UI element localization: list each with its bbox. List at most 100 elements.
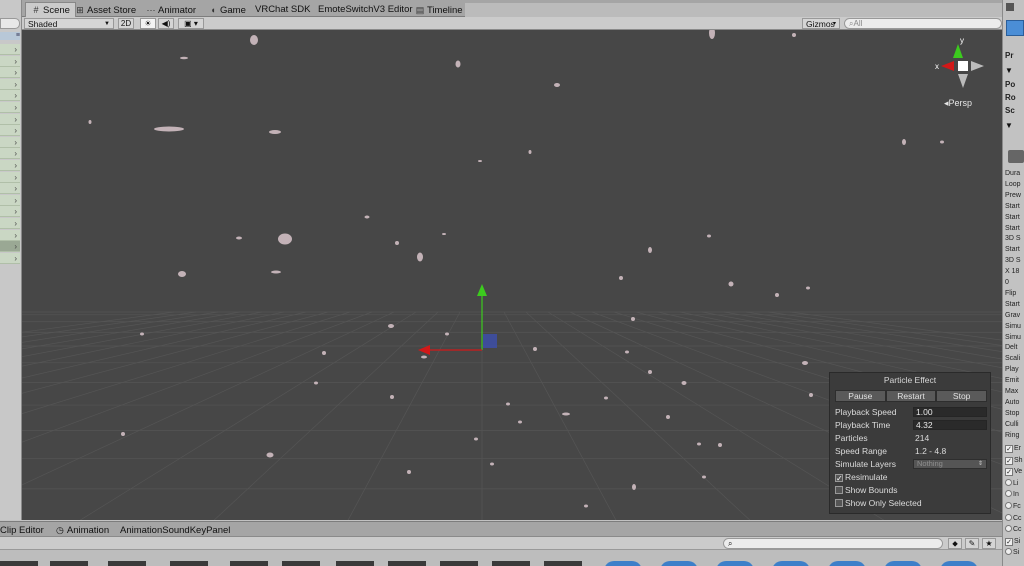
asset-thumbnail[interactable] [492,561,530,566]
hierarchy-item-expand-icon[interactable]: › [0,229,20,241]
grid-icon: # [33,5,39,15]
asset-thumbnail[interactable] [940,561,978,566]
hierarchy-item-expand-icon[interactable]: › [0,171,20,183]
playback-time-input[interactable]: 4.32 [913,420,987,430]
tab-game[interactable]: ◖ Game [208,3,246,17]
y-axis-arrow-icon[interactable] [477,284,487,296]
tab-animator[interactable]: ⋯ Animator [146,3,197,17]
asset-thumbnail[interactable] [388,561,426,566]
asset-thumbnail[interactable] [716,561,754,566]
gizmo-x-cone[interactable] [941,61,954,71]
module-toggle[interactable]: Si [1005,547,1024,558]
tab-clip-editor[interactable]: Clip Editor [0,524,44,537]
show-bounds-checkbox[interactable]: Show Bounds [835,484,897,496]
hierarchy-item-expand-icon[interactable]: › [0,241,20,253]
stop-button[interactable]: Stop [936,390,988,402]
hierarchy-item-expand-icon[interactable]: › [0,252,20,264]
particle-petal [154,126,184,132]
module-toggle[interactable]: Cc [1005,513,1024,524]
particle-system-foldout-icon[interactable]: ▼ [1005,121,1013,130]
module-toggle[interactable]: In [1005,489,1024,500]
module-toggle[interactable]: ✓ Ve [1005,466,1024,477]
particle-petal [562,412,570,416]
shading-mode-dropdown[interactable]: Shaded ▼ [24,18,114,29]
favorite-icon[interactable]: ★ [982,538,996,549]
hierarchy-item-expand-icon[interactable]: › [0,55,20,67]
hierarchy-item-expand-icon[interactable]: › [0,194,20,206]
asset-thumbnail[interactable] [884,561,922,566]
asset-thumbnail[interactable] [282,561,320,566]
projection-label[interactable]: ◂Persp [944,98,972,109]
asset-thumbnail[interactable] [772,561,810,566]
asset-thumbnail[interactable] [828,561,866,566]
hierarchy-item-expand-icon[interactable]: › [0,160,20,171]
asset-thumbnail[interactable] [604,561,642,566]
hierarchy-item-expand-icon[interactable]: › [0,90,20,102]
scene-viewport[interactable]: x y ◂Persp Particle Effect Pause Restart … [22,30,1002,520]
gizmo-center-cube[interactable] [958,61,968,71]
hierarchy-item-expand-icon[interactable]: › [0,206,20,218]
hierarchy-item-expand-icon[interactable]: › [0,136,20,148]
playback-speed-input[interactable]: 1.00 [913,407,987,417]
z-axis-handle[interactable] [483,334,497,348]
hierarchy-item-expand-icon[interactable]: › [0,183,20,195]
hierarchy-item-expand-icon[interactable]: › [0,148,20,160]
x-axis-arrow-icon[interactable] [418,345,430,355]
asset-thumbnail[interactable] [50,561,88,566]
tab-scene[interactable]: # Scene [25,2,76,17]
tab-animation[interactable]: ◷ Animation [56,524,109,537]
hierarchy-item-expand-icon[interactable]: › [0,44,20,55]
transform-foldout-icon[interactable]: ▼ [1005,66,1013,75]
resimulate-checkbox[interactable]: ✓ Resimulate [835,471,888,483]
asset-thumbnail[interactable] [336,561,374,566]
tab-asset-store[interactable]: ⊞ Asset Store [75,3,136,17]
simulate-layers-dropdown[interactable]: Nothing ⇕ [913,459,987,469]
gizmo-y-cone[interactable] [953,44,963,58]
asset-thumbnail[interactable] [108,561,146,566]
inspector-tab-icon[interactable] [1006,3,1014,11]
pause-button[interactable]: Pause [835,390,886,402]
asset-thumbnail[interactable] [660,561,698,566]
tab-timeline[interactable]: ▤ Timeline [415,3,463,17]
2d-toggle-button[interactable]: 2D [118,18,134,29]
module-toggle[interactable]: ✓ Si [1005,536,1024,547]
show-only-selected-checkbox[interactable]: Show Only Selected [835,497,922,509]
gizmo-neg-x-cone[interactable] [971,61,984,71]
restart-button[interactable]: Restart [885,390,937,402]
module-toggle[interactable]: Li [1005,478,1024,489]
hierarchy-item-expand-icon[interactable]: › [0,125,20,137]
open-editor-button[interactable] [1008,150,1024,163]
hierarchy-item-expand-icon[interactable]: › [0,67,20,79]
module-radio-icon [1005,490,1012,498]
module-toggle[interactable]: Fc [1005,501,1024,512]
tab-emoteswitch-editor[interactable]: EmoteSwitchV3 Editor [318,3,413,17]
asset-thumbnail[interactable] [0,561,38,566]
particle-petal [792,33,796,37]
hierarchy-item-expand-icon[interactable]: › [0,102,20,113]
checkbox-checked-icon: ✓ [835,474,843,483]
hierarchy-expand-icon[interactable]: ≡ [0,32,20,40]
tab-vrchat-sdk[interactable]: VRChat SDK [255,3,310,17]
module-toggle[interactable]: Cc [1005,524,1024,535]
gizmos-dropdown[interactable]: Gizmos ▾ [802,18,840,29]
project-search-input[interactable]: ⌕ [723,538,943,549]
asset-thumbnail[interactable] [440,561,478,566]
effects-dropdown-icon[interactable]: ▣ ▾ [178,18,204,29]
tab-animation-sound-key-panel[interactable]: AnimationSoundKeyPanel [120,524,230,537]
audio-toggle-icon[interactable]: ◀) [158,18,174,29]
asset-thumbnail[interactable] [544,561,582,566]
lighting-toggle-icon[interactable]: ☀ [140,18,156,29]
module-toggle[interactable]: ✓ Er [1005,443,1024,454]
asset-thumbnail[interactable] [230,561,268,566]
scene-search-input[interactable]: ⌕All [844,18,1002,29]
gizmo-neg-y-cone[interactable] [958,74,968,88]
filter-by-label-icon[interactable]: ✎ [965,538,979,549]
filter-by-type-icon[interactable]: ⬥ [948,538,962,549]
hierarchy-item-expand-icon[interactable]: › [0,218,20,229]
asset-thumbnail[interactable] [170,561,208,566]
hierarchy-item-expand-icon[interactable]: › [0,113,20,125]
module-toggle[interactable]: ✓ Sh [1005,455,1024,466]
hierarchy-item-expand-icon[interactable]: › [0,78,20,90]
hierarchy-search-input[interactable] [0,18,20,29]
particle-petal [421,355,427,359]
